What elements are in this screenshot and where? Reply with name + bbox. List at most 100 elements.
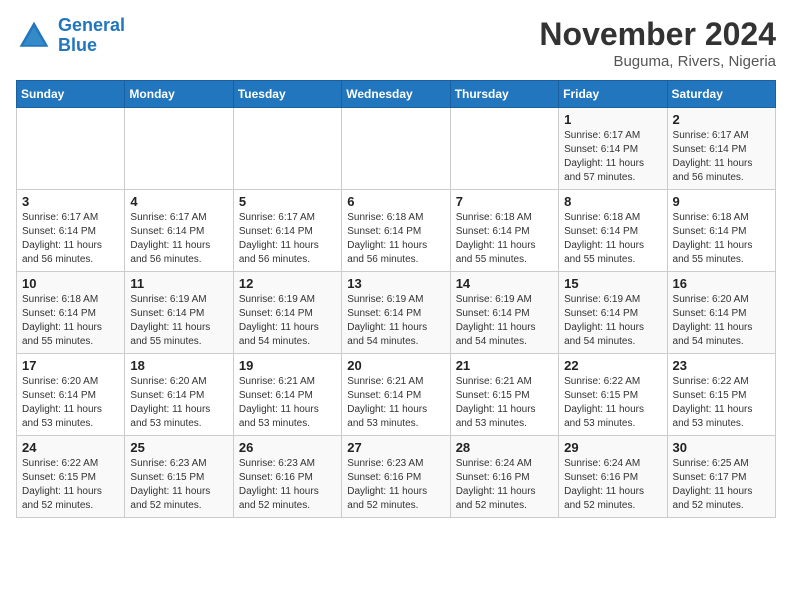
logo-line1: General [58, 15, 125, 35]
day-info: Sunrise: 6:20 AM Sunset: 6:14 PM Dayligh… [130, 375, 227, 431]
calendar-day-cell: 27 Sunrise: 6:23 AM Sunset: 6:16 PM Dayli… [342, 436, 450, 518]
day-number: 1 [564, 112, 661, 127]
day-info: Sunrise: 6:17 AM Sunset: 6:14 PM Dayligh… [673, 129, 770, 185]
calendar-day-cell: 29 Sunrise: 6:24 AM Sunset: 6:16 PM Dayli… [559, 436, 667, 518]
calendar-day-cell: 10Sunrise: 6:18 AM Sunset: 6:14 PM Dayli… [17, 272, 125, 354]
day-number: 4 [130, 194, 227, 209]
calendar-day-cell [17, 108, 125, 190]
day-info: Sunrise: 6:19 AM Sunset: 6:14 PM Dayligh… [564, 293, 661, 349]
day-info: Sunrise: 6:22 AM Sunset: 6:15 PM Dayligh… [564, 375, 661, 431]
day-number: 7 [456, 194, 553, 209]
calendar-week-row: 3Sunrise: 6:17 AM Sunset: 6:14 PM Daylig… [17, 190, 776, 272]
day-number: 6 [347, 194, 444, 209]
calendar-day-cell: 14Sunrise: 6:19 AM Sunset: 6:14 PM Dayli… [450, 272, 558, 354]
logo-icon [16, 18, 52, 54]
weekday-header-saturday: Saturday [667, 81, 775, 108]
calendar-day-cell: 24 Sunrise: 6:22 AM Sunset: 6:15 PM Dayli… [17, 436, 125, 518]
day-info: Sunrise: 6:24 AM Sunset: 6:16 PM Dayligh… [564, 457, 661, 513]
day-info: Sunrise: 6:18 AM Sunset: 6:14 PM Dayligh… [564, 211, 661, 267]
calendar-body: 1 Sunrise: 6:17 AM Sunset: 6:14 PM Daylig… [17, 108, 776, 518]
day-info: Sunrise: 6:22 AM Sunset: 6:15 PM Dayligh… [22, 457, 119, 513]
day-info: Sunrise: 6:17 AM Sunset: 6:14 PM Dayligh… [22, 211, 119, 267]
day-number: 27 [347, 440, 444, 455]
calendar-week-row: 1 Sunrise: 6:17 AM Sunset: 6:14 PM Daylig… [17, 108, 776, 190]
calendar-day-cell: 4 Sunrise: 6:17 AM Sunset: 6:14 PM Daylig… [125, 190, 233, 272]
day-info: Sunrise: 6:23 AM Sunset: 6:16 PM Dayligh… [239, 457, 336, 513]
day-number: 19 [239, 358, 336, 373]
calendar-header: SundayMondayTuesdayWednesdayThursdayFrid… [17, 81, 776, 108]
calendar-day-cell: 22 Sunrise: 6:22 AM Sunset: 6:15 PM Dayli… [559, 354, 667, 436]
day-info: Sunrise: 6:20 AM Sunset: 6:14 PM Dayligh… [673, 293, 770, 349]
logo-line2: Blue [58, 36, 125, 56]
day-number: 29 [564, 440, 661, 455]
calendar-week-row: 10Sunrise: 6:18 AM Sunset: 6:14 PM Dayli… [17, 272, 776, 354]
day-info: Sunrise: 6:18 AM Sunset: 6:14 PM Dayligh… [347, 211, 444, 267]
day-info: Sunrise: 6:21 AM Sunset: 6:14 PM Dayligh… [347, 375, 444, 431]
calendar-day-cell: 15 Sunrise: 6:19 AM Sunset: 6:14 PM Dayli… [559, 272, 667, 354]
day-info: Sunrise: 6:21 AM Sunset: 6:14 PM Dayligh… [239, 375, 336, 431]
weekday-header-row: SundayMondayTuesdayWednesdayThursdayFrid… [17, 81, 776, 108]
day-number: 9 [673, 194, 770, 209]
month-title: November 2024 [539, 16, 776, 53]
calendar-day-cell: 16Sunrise: 6:20 AM Sunset: 6:14 PM Dayli… [667, 272, 775, 354]
day-number: 21 [456, 358, 553, 373]
calendar-day-cell: 23 Sunrise: 6:22 AM Sunset: 6:15 PM Dayli… [667, 354, 775, 436]
day-number: 10 [22, 276, 119, 291]
calendar-day-cell [450, 108, 558, 190]
day-number: 13 [347, 276, 444, 291]
day-info: Sunrise: 6:19 AM Sunset: 6:14 PM Dayligh… [239, 293, 336, 349]
calendar-day-cell: 6 Sunrise: 6:18 AM Sunset: 6:14 PM Daylig… [342, 190, 450, 272]
day-info: Sunrise: 6:17 AM Sunset: 6:14 PM Dayligh… [564, 129, 661, 185]
day-number: 25 [130, 440, 227, 455]
weekday-header-tuesday: Tuesday [233, 81, 341, 108]
day-number: 11 [130, 276, 227, 291]
day-number: 20 [347, 358, 444, 373]
weekday-header-monday: Monday [125, 81, 233, 108]
day-number: 12 [239, 276, 336, 291]
location: Buguma, Rivers, Nigeria [539, 53, 776, 70]
calendar-day-cell [342, 108, 450, 190]
day-info: Sunrise: 6:25 AM Sunset: 6:17 PM Dayligh… [673, 457, 770, 513]
calendar-day-cell: 12 Sunrise: 6:19 AM Sunset: 6:14 PM Dayli… [233, 272, 341, 354]
calendar-day-cell [233, 108, 341, 190]
weekday-header-friday: Friday [559, 81, 667, 108]
calendar-day-cell: 17 Sunrise: 6:20 AM Sunset: 6:14 PM Dayli… [17, 354, 125, 436]
day-number: 17 [22, 358, 119, 373]
day-info: Sunrise: 6:23 AM Sunset: 6:16 PM Dayligh… [347, 457, 444, 513]
logo-text: General Blue [58, 16, 125, 56]
calendar-day-cell: 3Sunrise: 6:17 AM Sunset: 6:14 PM Daylig… [17, 190, 125, 272]
day-info: Sunrise: 6:18 AM Sunset: 6:14 PM Dayligh… [456, 211, 553, 267]
title-block: November 2024 Buguma, Rivers, Nigeria [539, 16, 776, 70]
weekday-header-sunday: Sunday [17, 81, 125, 108]
calendar-day-cell: 11 Sunrise: 6:19 AM Sunset: 6:14 PM Dayli… [125, 272, 233, 354]
weekday-header-thursday: Thursday [450, 81, 558, 108]
day-number: 24 [22, 440, 119, 455]
day-info: Sunrise: 6:20 AM Sunset: 6:14 PM Dayligh… [22, 375, 119, 431]
day-info: Sunrise: 6:19 AM Sunset: 6:14 PM Dayligh… [347, 293, 444, 349]
calendar-day-cell: 1 Sunrise: 6:17 AM Sunset: 6:14 PM Daylig… [559, 108, 667, 190]
calendar-day-cell: 8 Sunrise: 6:18 AM Sunset: 6:14 PM Daylig… [559, 190, 667, 272]
day-info: Sunrise: 6:17 AM Sunset: 6:14 PM Dayligh… [130, 211, 227, 267]
calendar-day-cell: 30Sunrise: 6:25 AM Sunset: 6:17 PM Dayli… [667, 436, 775, 518]
day-number: 14 [456, 276, 553, 291]
calendar-day-cell: 20 Sunrise: 6:21 AM Sunset: 6:14 PM Dayli… [342, 354, 450, 436]
calendar-day-cell: 9 Sunrise: 6:18 AM Sunset: 6:14 PM Daylig… [667, 190, 775, 272]
day-number: 22 [564, 358, 661, 373]
day-info: Sunrise: 6:24 AM Sunset: 6:16 PM Dayligh… [456, 457, 553, 513]
calendar-day-cell: 18 Sunrise: 6:20 AM Sunset: 6:14 PM Dayli… [125, 354, 233, 436]
day-info: Sunrise: 6:22 AM Sunset: 6:15 PM Dayligh… [673, 375, 770, 431]
calendar-day-cell: 21 Sunrise: 6:21 AM Sunset: 6:15 PM Dayli… [450, 354, 558, 436]
day-info: Sunrise: 6:21 AM Sunset: 6:15 PM Dayligh… [456, 375, 553, 431]
calendar-week-row: 24 Sunrise: 6:22 AM Sunset: 6:15 PM Dayli… [17, 436, 776, 518]
calendar-table: SundayMondayTuesdayWednesdayThursdayFrid… [16, 80, 776, 518]
day-number: 18 [130, 358, 227, 373]
day-number: 8 [564, 194, 661, 209]
day-number: 23 [673, 358, 770, 373]
day-number: 15 [564, 276, 661, 291]
day-info: Sunrise: 6:17 AM Sunset: 6:14 PM Dayligh… [239, 211, 336, 267]
calendar-day-cell: 28Sunrise: 6:24 AM Sunset: 6:16 PM Dayli… [450, 436, 558, 518]
logo: General Blue [16, 16, 125, 56]
day-info: Sunrise: 6:19 AM Sunset: 6:14 PM Dayligh… [130, 293, 227, 349]
day-info: Sunrise: 6:18 AM Sunset: 6:14 PM Dayligh… [673, 211, 770, 267]
calendar-day-cell: 25Sunrise: 6:23 AM Sunset: 6:15 PM Dayli… [125, 436, 233, 518]
